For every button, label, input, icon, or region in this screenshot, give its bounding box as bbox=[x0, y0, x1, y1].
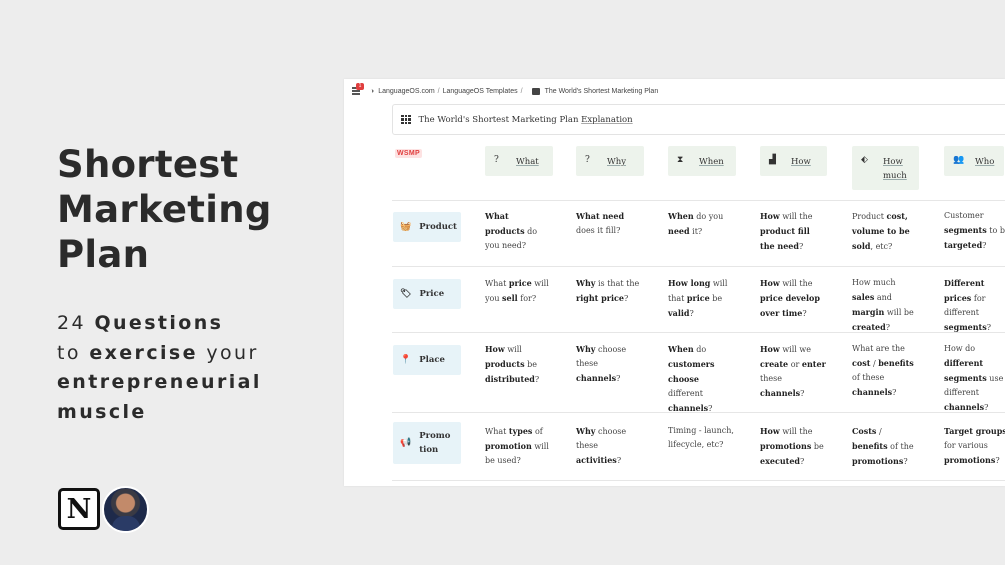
subtitle-word: entrepreneurial bbox=[57, 371, 262, 393]
row-label-promotion[interactable]: 📢 Promotion bbox=[393, 422, 461, 464]
menu-icon[interactable]: 1 bbox=[352, 83, 364, 96]
column-header-label: Who bbox=[975, 157, 995, 167]
table-cell: Product cost, volume to be sold, etc? bbox=[852, 211, 910, 251]
table-cell: What are the cost / benefits of these ch… bbox=[852, 344, 914, 397]
column-header-label: When bbox=[699, 157, 724, 167]
row-icon: 🏷 bbox=[400, 289, 412, 299]
slide-title: Shortest Marketing Plan bbox=[57, 142, 317, 277]
breadcrumb-separator: / bbox=[520, 87, 523, 95]
table-cell: When do customers choose different chann… bbox=[668, 344, 715, 413]
column-header-icon: ⬖ bbox=[861, 155, 868, 165]
row-label-text: Promotion bbox=[419, 431, 451, 455]
column-header-label: Why bbox=[607, 157, 627, 167]
column-header-icon: ⧗ bbox=[677, 155, 684, 165]
notion-page-screenshot: 1 ◑ LanguageOS.com / LanguageOS Template… bbox=[344, 79, 1005, 486]
row-label-product[interactable]: 🧺 Product bbox=[393, 212, 461, 242]
breadcrumb-item[interactable]: LanguageOS Templates bbox=[443, 88, 518, 95]
title-line: Shortest bbox=[57, 143, 239, 186]
row-divider bbox=[392, 266, 1005, 267]
column-header-icon: ▟ bbox=[769, 155, 776, 165]
subtitle-number: 24 bbox=[57, 312, 86, 334]
table-cell: Why choose these activities? bbox=[576, 426, 627, 465]
column-header-icon: 👥 bbox=[953, 155, 965, 165]
column-header-when[interactable]: ⧗ When bbox=[668, 146, 736, 176]
row-icon: 🧺 bbox=[400, 222, 412, 232]
table-cell: How will products be distributed? bbox=[485, 344, 540, 384]
table-cell: Costs / benefits of the promotions? bbox=[852, 426, 914, 466]
table-cell: How will the product fill the need? bbox=[760, 211, 813, 251]
subtitle-word: your bbox=[206, 341, 259, 364]
breadcrumb: 1 ◑ LanguageOS.com / LanguageOS Template… bbox=[352, 83, 659, 97]
table-cell: How do different segments use different … bbox=[944, 344, 1004, 412]
table-cell: What price will you sell for? bbox=[485, 278, 549, 303]
notion-logo-icon: N bbox=[58, 488, 100, 530]
explanation-link-label: The World's Shortest Marketing Plan Expl… bbox=[418, 114, 633, 125]
column-header-who[interactable]: 👥 Who bbox=[944, 146, 1004, 176]
slide-text: Shortest Marketing Plan 24 Questions to … bbox=[57, 142, 317, 427]
row-label-place[interactable]: 📍 Place bbox=[393, 345, 461, 375]
table-cell: What products do you need? bbox=[485, 211, 538, 250]
column-header-what[interactable]: ? What bbox=[485, 146, 553, 176]
table-cell: When do you need it? bbox=[668, 211, 724, 236]
row-label-text: Place bbox=[419, 355, 445, 365]
column-header-icon: ? bbox=[585, 155, 590, 165]
title-line: Marketing bbox=[57, 188, 272, 231]
table-cell: What types of promotion will be used? bbox=[485, 426, 549, 465]
notification-badge: 1 bbox=[356, 83, 364, 90]
workspace-icon: ◑ bbox=[370, 87, 375, 95]
table-cell: Why is that the right price? bbox=[576, 278, 640, 303]
table-cell: What need does it fill? bbox=[576, 211, 625, 235]
column-header-how-much[interactable]: ⬖ How much bbox=[852, 146, 919, 190]
subtitle-word: muscle bbox=[57, 400, 147, 423]
breadcrumb-item[interactable]: LanguageOS.com bbox=[378, 88, 434, 95]
table-cell: How long will that price be valid? bbox=[668, 278, 728, 318]
column-header-icon: ? bbox=[494, 155, 499, 165]
title-line: Plan bbox=[57, 233, 150, 276]
table-cell: How will the promotions be executed? bbox=[760, 426, 824, 466]
table-cell: Different prices for different segments? bbox=[944, 278, 992, 332]
row-label-text: Price bbox=[419, 289, 445, 299]
column-header-why[interactable]: ? Why bbox=[576, 146, 644, 176]
column-header-label: How much bbox=[883, 157, 907, 181]
table-cell: How will we create or enter these channe… bbox=[760, 344, 826, 398]
subtitle-word: Questions bbox=[94, 312, 224, 334]
table-cell: How will the price develop over time? bbox=[760, 278, 820, 318]
briefcase-icon bbox=[531, 87, 540, 95]
column-header-label: What bbox=[516, 157, 539, 167]
table-cell: Target groups for various promotions? bbox=[944, 426, 1005, 465]
wsmp-tag: WSMP bbox=[395, 149, 422, 158]
slide-subtitle: 24 Questions to exercise your entreprene… bbox=[57, 309, 317, 427]
table-cell: Customer segments to be targeted? bbox=[944, 211, 1005, 250]
row-label-price[interactable]: 🏷 Price bbox=[393, 279, 461, 309]
subtitle-word: to bbox=[57, 341, 81, 364]
row-label-text: Product bbox=[419, 222, 457, 232]
row-icon: 📢 bbox=[400, 438, 412, 448]
logo-group: N bbox=[58, 486, 150, 533]
column-header-how[interactable]: ▟ How bbox=[760, 146, 827, 176]
author-avatar bbox=[102, 486, 149, 533]
table-cell: How much sales and margin will be create… bbox=[852, 278, 914, 332]
breadcrumb-item[interactable]: The World's Shortest Marketing Plan bbox=[545, 88, 659, 95]
row-divider bbox=[392, 200, 1005, 201]
explanation-link[interactable]: The World's Shortest Marketing Plan Expl… bbox=[392, 104, 1005, 135]
table-cell: Timing - launch, lifecycle, etc? bbox=[668, 426, 734, 449]
row-divider bbox=[392, 480, 1005, 481]
subtitle-word: exercise bbox=[89, 341, 198, 364]
breadcrumb-separator: / bbox=[437, 87, 440, 95]
column-header-label: How bbox=[791, 157, 811, 167]
grid-icon bbox=[401, 114, 411, 125]
row-icon: 📍 bbox=[400, 355, 412, 365]
table-cell: Why choose these channels? bbox=[576, 344, 627, 383]
